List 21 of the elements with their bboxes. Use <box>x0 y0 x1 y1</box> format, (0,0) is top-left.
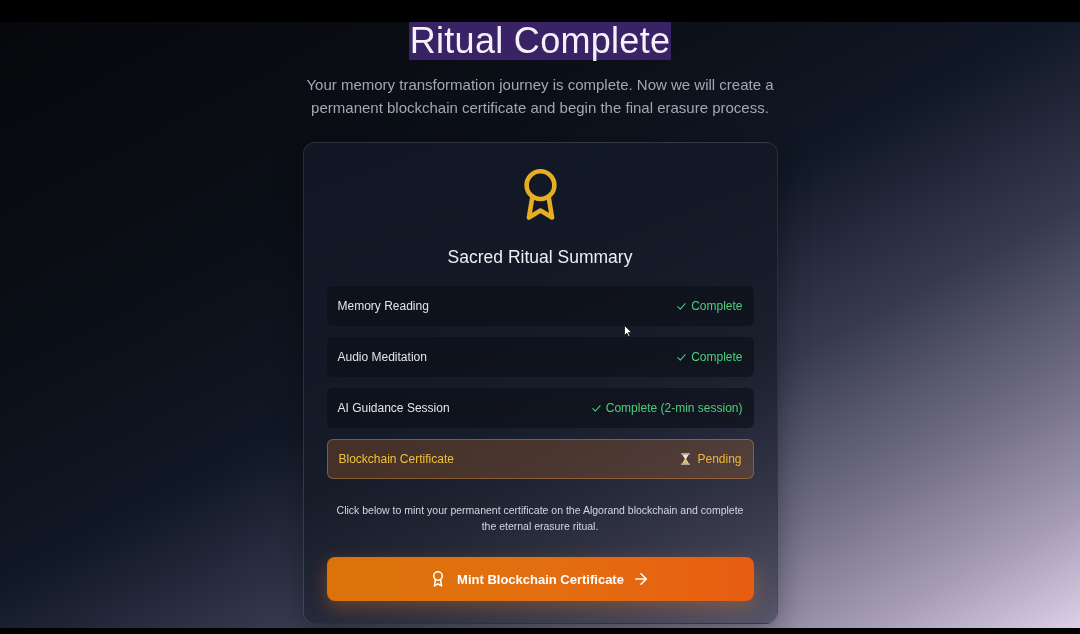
step-label: AI Guidance Session <box>337 401 450 415</box>
check-icon <box>677 302 687 310</box>
step-label: Blockchain Certificate <box>338 452 454 466</box>
status-text: Complete (2-min session) <box>605 401 743 415</box>
arrow-right-icon <box>634 573 647 585</box>
status-text: Complete <box>691 350 743 364</box>
subtitle-text: Your memory transformation journey is complete. Now we will create a permanent blockchain certificate and begin the final erasure process. <box>305 75 775 118</box>
award-ribbon-icon <box>433 571 444 587</box>
page-title: Ritual Complete <box>408 22 672 60</box>
status-text: Complete <box>691 299 743 313</box>
check-icon <box>677 353 687 361</box>
mint-note: Click below to mint your permanent certificate on the Algorand blockchain and complete the eternal erasure ritual. <box>335 503 745 534</box>
step-label: Memory Reading <box>337 299 429 313</box>
summary-heading: Sacred Ritual Summary <box>447 246 633 269</box>
check-icon <box>591 404 601 412</box>
step-label: Audio Meditation <box>337 350 427 364</box>
mouse-pointer-icon <box>624 325 632 337</box>
award-ribbon-icon <box>523 169 557 221</box>
hourglass-icon <box>681 453 691 465</box>
status-text: Pending <box>697 452 742 466</box>
mint-button[interactable]: Mint Blockchain Certificate <box>326 557 754 601</box>
